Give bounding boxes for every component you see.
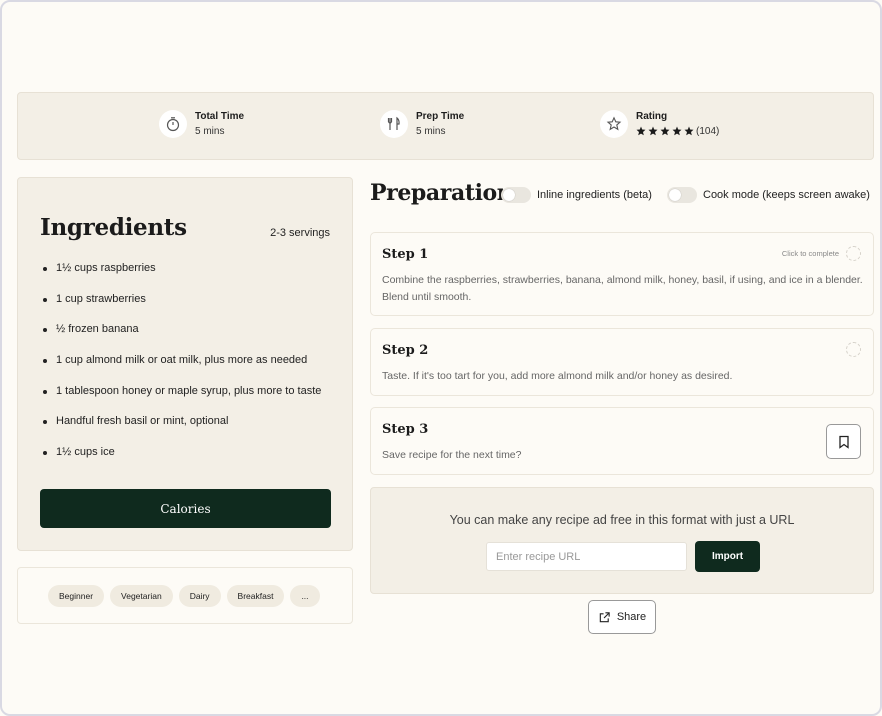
toggle-switch[interactable] bbox=[667, 187, 697, 203]
ingredient-item: 1 cup almond milk or oat milk, plus more… bbox=[40, 354, 321, 385]
ingredient-text: ½ frozen banana bbox=[56, 323, 139, 336]
bullet-icon bbox=[43, 420, 47, 425]
stat-label: Prep Time bbox=[416, 111, 465, 122]
complete-circle-icon[interactable] bbox=[846, 246, 861, 261]
ingredient-text: 1 cup strawberries bbox=[56, 292, 146, 305]
filled-star-icon bbox=[684, 126, 694, 136]
inline-ingredients-toggle[interactable]: Inline ingredients (beta) bbox=[501, 187, 652, 203]
recipe-stats-bar: Total Time 5 mins Prep Time 5 mins Ratin… bbox=[17, 92, 874, 160]
tag-more[interactable]: ... bbox=[290, 585, 320, 607]
stat-value: 5 mins bbox=[416, 126, 446, 137]
ingredient-item: ½ frozen banana bbox=[40, 323, 321, 354]
filled-star-icon bbox=[660, 126, 670, 136]
stat-label: Rating bbox=[636, 111, 668, 122]
save-recipe-button[interactable] bbox=[826, 424, 861, 459]
complete-circle-icon[interactable] bbox=[846, 342, 861, 357]
toggle-knob bbox=[503, 189, 515, 201]
toggle-switch[interactable] bbox=[501, 187, 531, 203]
tag-dairy[interactable]: Dairy bbox=[178, 585, 221, 607]
share-label: Share bbox=[616, 611, 647, 623]
share-button[interactable]: Share bbox=[588, 600, 656, 634]
toggle-label: Cook mode (keeps screen awake) bbox=[703, 189, 870, 201]
ingredient-item: 1½ cups raspberries bbox=[40, 262, 321, 293]
step-card-2[interactable]: Step 2 Taste. If it's too tart for you, … bbox=[370, 328, 874, 396]
filled-star-icon bbox=[672, 126, 682, 136]
rating-count: (104) bbox=[696, 126, 720, 137]
tag-list: Beginner Vegetarian Dairy Breakfast ... bbox=[48, 585, 320, 607]
bullet-icon bbox=[43, 451, 47, 456]
bullet-icon bbox=[43, 328, 47, 333]
bullet-icon bbox=[43, 267, 47, 271]
ingredient-text: 1½ cups raspberries bbox=[56, 262, 156, 274]
recipe-url-input[interactable] bbox=[486, 542, 687, 571]
cook-mode-toggle[interactable]: Cook mode (keeps screen awake) bbox=[667, 187, 870, 203]
step-text: Combine the raspberries, strawberries, b… bbox=[382, 274, 863, 303]
ingredient-item: 1½ cups ice bbox=[40, 446, 321, 477]
stat-value: 5 mins bbox=[195, 126, 225, 137]
step-title: Step 2 bbox=[382, 343, 429, 358]
step-title: Step 3 bbox=[382, 422, 429, 437]
bullet-icon bbox=[43, 389, 47, 394]
rating-value: (104) bbox=[636, 126, 719, 137]
step-text: Taste. If it's too tart for you, add mor… bbox=[382, 370, 733, 382]
ingredient-item: Handful fresh basil or mint, optional bbox=[40, 415, 321, 446]
ingredient-text: Handful fresh basil or mint, optional bbox=[56, 415, 229, 428]
toggle-knob bbox=[669, 189, 681, 201]
rating-stars bbox=[636, 126, 694, 136]
tags-card: Beginner Vegetarian Dairy Breakfast ... bbox=[17, 567, 353, 624]
click-to-complete-hint: Click to complete bbox=[781, 249, 839, 258]
stat-label: Total Time bbox=[195, 111, 245, 122]
step-card-3: Step 3 Save recipe for the next time? bbox=[370, 407, 874, 475]
ingredients-title: Ingredients bbox=[40, 214, 187, 241]
app-window: Total Time 5 mins Prep Time 5 mins Ratin… bbox=[0, 0, 882, 716]
share-icon bbox=[599, 611, 610, 622]
ingredient-text: 1 cup almond milk or oat milk, plus more… bbox=[56, 354, 308, 367]
import-message: You can make any recipe ad free in this … bbox=[449, 513, 795, 527]
stat-total-time: Total Time 5 mins bbox=[159, 110, 244, 138]
tag-breakfast[interactable]: Breakfast bbox=[226, 585, 285, 607]
timer-icon bbox=[159, 110, 187, 138]
tag-beginner[interactable]: Beginner bbox=[48, 585, 105, 607]
ingredient-text: 1½ cups ice bbox=[56, 446, 115, 459]
ingredient-item: 1 tablespoon honey or maple syrup, plus … bbox=[40, 385, 321, 416]
bullet-icon bbox=[43, 297, 47, 302]
servings-label: 2-3 servings bbox=[270, 227, 330, 239]
step-text: Save recipe for the next time? bbox=[382, 449, 522, 461]
ingredient-list: 1½ cups raspberries 1 cup strawberries ½… bbox=[40, 262, 321, 477]
star-outline-icon bbox=[600, 110, 628, 138]
url-import-panel: You can make any recipe ad free in this … bbox=[370, 487, 874, 594]
step-card-1[interactable]: Step 1 Click to complete Combine the ras… bbox=[370, 232, 874, 316]
calories-button[interactable]: Calories bbox=[40, 489, 331, 528]
stat-prep-time: Prep Time 5 mins bbox=[380, 110, 464, 138]
toggle-label: Inline ingredients (beta) bbox=[537, 189, 652, 201]
filled-star-icon bbox=[648, 126, 658, 136]
stat-rating: Rating (104) bbox=[600, 110, 719, 138]
ingredients-card: Ingredients 2-3 servings 1½ cups raspber… bbox=[17, 177, 353, 551]
bookmark-icon bbox=[838, 435, 849, 449]
ingredient-item: 1 cup strawberries bbox=[40, 293, 321, 324]
import-button[interactable]: Import bbox=[695, 541, 760, 572]
ingredient-text: 1 tablespoon honey or maple syrup, plus … bbox=[56, 384, 322, 397]
filled-star-icon bbox=[636, 126, 646, 136]
preparation-title: Preparation bbox=[370, 180, 513, 206]
utensils-icon bbox=[380, 110, 408, 138]
tag-vegetarian[interactable]: Vegetarian bbox=[110, 585, 173, 607]
bullet-icon bbox=[43, 359, 47, 364]
step-title: Step 1 bbox=[382, 247, 429, 262]
